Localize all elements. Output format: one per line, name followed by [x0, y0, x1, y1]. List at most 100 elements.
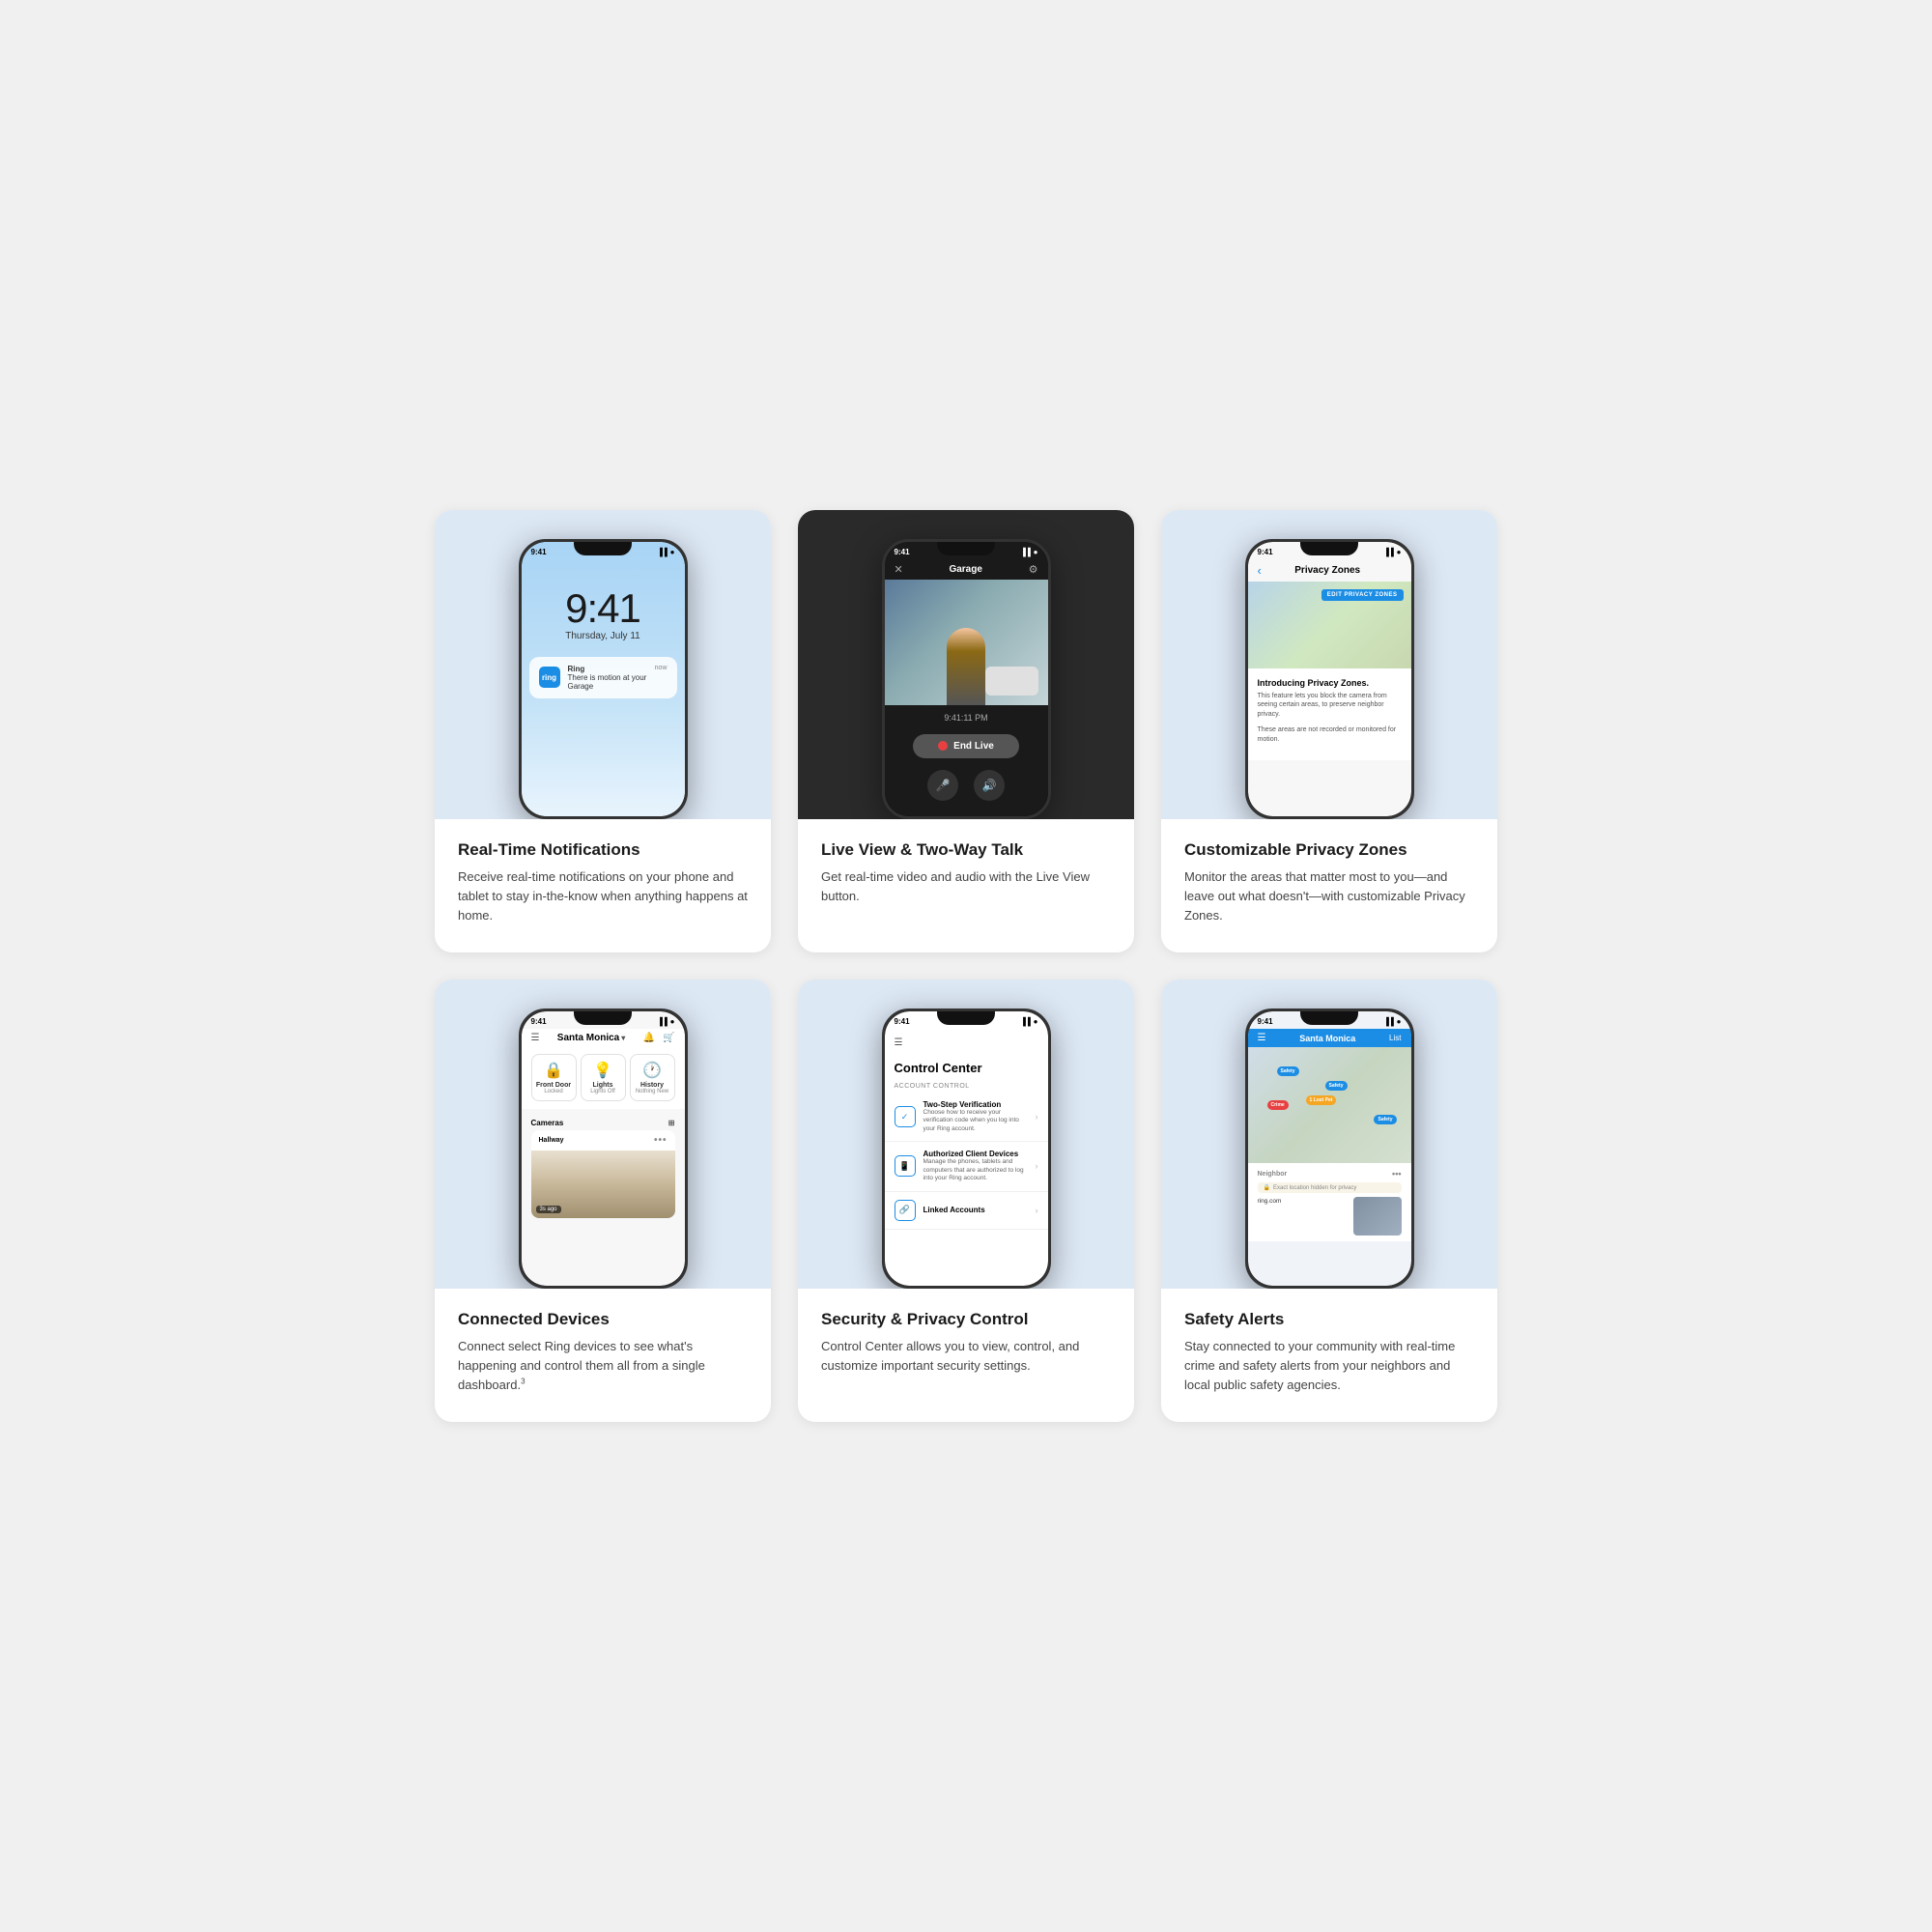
- card-content-live-view: Live View & Two-Way Talk Get real-time v…: [798, 819, 1134, 933]
- menu-icon[interactable]: ☰: [531, 1033, 540, 1043]
- status-icons-3: ▐ ▌●: [1383, 548, 1401, 556]
- privacy-zone-title: Privacy Zones: [1267, 565, 1388, 576]
- notification-banner: ring Ring now There is motion at your Ga…: [529, 657, 677, 698]
- card-image-security: 9:41 ▐ ▌● ☰ Control Center Account Contr…: [798, 980, 1134, 1289]
- list-button[interactable]: List: [1389, 1034, 1401, 1042]
- devices-icon: 📱: [895, 1155, 916, 1177]
- more-options-icon[interactable]: •••: [654, 1135, 668, 1146]
- card-image-live-view: 9:41 ▐ ▌● ✕ Garage ⚙ 9:41:11 PM: [798, 510, 1134, 819]
- live-header: ✕ Garage ⚙: [885, 559, 1048, 580]
- phone-screen-4: 9:41 ▐ ▌● ☰ Santa Monica ▾ 🔔 🛒: [522, 1011, 685, 1286]
- security-item-desc-0: Choose how to receive your verification …: [923, 1109, 1028, 1133]
- phone-privacy: 9:41 ▐ ▌● ‹ Privacy Zones EDIT PRIVACY Z…: [1245, 539, 1414, 819]
- lock-small-icon: 🔒: [1264, 1184, 1270, 1191]
- chevron-right-icon-1: ›: [1036, 1161, 1038, 1171]
- history-icon: 🕐: [635, 1061, 670, 1080]
- card-desc-devices: Connect select Ring devices to see what'…: [458, 1337, 748, 1395]
- phone-notch-6: [1300, 1011, 1358, 1025]
- live-controls: 🎤 🔊: [885, 770, 1048, 801]
- map-pin-safety-1: Safety: [1277, 1066, 1299, 1076]
- card-content-notifications: Real-Time Notifications Receive real-tim…: [435, 819, 771, 952]
- phone-screen-6: 9:41 ▐ ▌● ☰ Santa Monica List Safety Saf…: [1248, 1011, 1411, 1286]
- grid-icon[interactable]: ⊞: [668, 1119, 675, 1127]
- neighbor-header: Neighbor •••: [1258, 1169, 1402, 1179]
- card-notifications: 9:41 ▐ ▌● 9:41 Thursday, July 11 ring: [435, 510, 771, 952]
- back-arrow-icon[interactable]: ‹: [1258, 563, 1262, 578]
- card-safety-alerts: 9:41 ▐ ▌● ☰ Santa Monica List Safety Saf…: [1161, 980, 1497, 1422]
- more-options-safety[interactable]: •••: [1392, 1169, 1401, 1179]
- status-time-4: 9:41: [531, 1017, 547, 1026]
- location-name: Santa Monica: [557, 1033, 619, 1043]
- mute-button[interactable]: 🎤: [927, 770, 958, 801]
- privacy-header: ‹ Privacy Zones: [1248, 559, 1411, 582]
- devices-location: Santa Monica ▾: [557, 1033, 625, 1043]
- hallway-thumbnail: 3s ago: [531, 1151, 675, 1218]
- card-title-privacy: Customizable Privacy Zones: [1184, 840, 1474, 860]
- lights-icon: 💡: [585, 1061, 621, 1080]
- shortcut-front-door[interactable]: 🔒 Front Door Locked: [531, 1054, 577, 1101]
- phone-screen: 9:41 ▐ ▌● 9:41 Thursday, July 11 ring: [522, 542, 685, 816]
- phone-notch-3: [1300, 542, 1358, 555]
- live-view-screen: 9:41 ▐ ▌● ✕ Garage ⚙ 9:41:11 PM: [885, 542, 1048, 816]
- close-icon[interactable]: ✕: [895, 563, 903, 576]
- privacy-note: 🔒 Exact location hidden for privacy: [1258, 1182, 1402, 1193]
- edit-privacy-zones-button[interactable]: EDIT PRIVACY ZONES: [1321, 589, 1404, 601]
- phone-screen-5: 9:41 ▐ ▌● ☰ Control Center Account Contr…: [885, 1011, 1048, 1286]
- neighbor-card: Neighbor ••• 🔒 Exact location hidden for…: [1248, 1163, 1411, 1241]
- status-icons-6: ▐ ▌●: [1383, 1017, 1401, 1026]
- neighbor-post: ring.com: [1258, 1197, 1402, 1236]
- bell-icon[interactable]: 🔔: [643, 1033, 655, 1043]
- security-screen: 9:41 ▐ ▌● ☰ Control Center Account Contr…: [885, 1011, 1048, 1286]
- menu-icon-5[interactable]: ☰: [895, 1037, 903, 1048]
- card-content-safety: Safety Alerts Stay connected to your com…: [1161, 1289, 1497, 1422]
- privacy-intro-text2: These areas are not recorded or monitore…: [1258, 725, 1402, 745]
- phone-screen-2: 9:41 ▐ ▌● ✕ Garage ⚙ 9:41:11 PM: [885, 542, 1048, 816]
- status-icons-5: ▐ ▌●: [1020, 1017, 1037, 1026]
- map-pin-safety-3: Safety: [1374, 1115, 1396, 1124]
- card-image-privacy: 9:41 ▐ ▌● ‹ Privacy Zones EDIT PRIVACY Z…: [1161, 510, 1497, 819]
- cart-icon[interactable]: 🛒: [663, 1033, 674, 1043]
- live-timestamp: 9:41:11 PM: [885, 705, 1048, 728]
- privacy-intro-text1: This feature lets you block the camera f…: [1258, 692, 1402, 720]
- account-control-label: Account Control: [885, 1081, 1048, 1093]
- security-item-name-1: Authorized Client Devices: [923, 1150, 1028, 1158]
- phone-notch: [574, 542, 632, 555]
- end-live-dot: [938, 741, 948, 751]
- hallway-item[interactable]: Hallway ••• 3s ago: [531, 1130, 675, 1218]
- shortcut-name-2: History: [635, 1082, 670, 1089]
- map-area: Safety Safety Crime Safety 1 Lost Pet: [1248, 1047, 1411, 1163]
- end-live-button[interactable]: End Live: [913, 734, 1019, 758]
- map-pin-lost-pet: 1 Lost Pet: [1306, 1095, 1337, 1105]
- speaker-button[interactable]: 🔊: [974, 770, 1005, 801]
- privacy-content: Introducing Privacy Zones. This feature …: [1248, 668, 1411, 760]
- map-pin-safety-2: Safety: [1325, 1081, 1348, 1091]
- security-item-2[interactable]: 🔗 Linked Accounts ›: [885, 1192, 1048, 1230]
- card-security: 9:41 ▐ ▌● ☰ Control Center Account Contr…: [798, 980, 1134, 1422]
- ring-app-icon: ring: [539, 667, 560, 688]
- lock-time: 9:41 Thursday, July 11: [522, 559, 685, 641]
- safety-location: Santa Monica: [1299, 1034, 1355, 1043]
- notif-app-name: Ring: [568, 665, 585, 673]
- security-header: ☰: [885, 1029, 1048, 1053]
- menu-icon-6[interactable]: ☰: [1258, 1033, 1266, 1043]
- dropdown-arrow-icon[interactable]: ▾: [621, 1034, 625, 1042]
- notif-message: There is motion at your Garage: [568, 673, 668, 691]
- gear-icon[interactable]: ⚙: [1029, 563, 1038, 576]
- card-desc-safety: Stay connected to your community with re…: [1184, 1337, 1474, 1395]
- card-desc-live-view: Get real-time video and audio with the L…: [821, 867, 1111, 906]
- phone-notch-5: [937, 1011, 995, 1025]
- card-title-live-view: Live View & Two-Way Talk: [821, 840, 1111, 860]
- hallway-label: Hallway •••: [531, 1130, 675, 1151]
- notif-time: now: [655, 665, 668, 673]
- card-privacy-zones: 9:41 ▐ ▌● ‹ Privacy Zones EDIT PRIVACY Z…: [1161, 510, 1497, 952]
- shortcut-lights[interactable]: 💡 Lights Lights Off: [581, 1054, 626, 1101]
- neighbor-label: Neighbor: [1258, 1171, 1288, 1178]
- security-item-0[interactable]: ✓ Two-Step Verification Choose how to re…: [885, 1093, 1048, 1142]
- security-item-1[interactable]: 📱 Authorized Client Devices Manage the p…: [885, 1142, 1048, 1191]
- shortcut-history[interactable]: 🕐 History Nothing New: [630, 1054, 675, 1101]
- video-car: [985, 667, 1038, 696]
- card-desc-privacy: Monitor the areas that matter most to yo…: [1184, 867, 1474, 925]
- card-desc-notifications: Receive real-time notifications on your …: [458, 867, 748, 925]
- security-item-text-0: Two-Step Verification Choose how to rece…: [923, 1100, 1028, 1133]
- privacy-room-image: EDIT PRIVACY ZONES: [1248, 582, 1411, 668]
